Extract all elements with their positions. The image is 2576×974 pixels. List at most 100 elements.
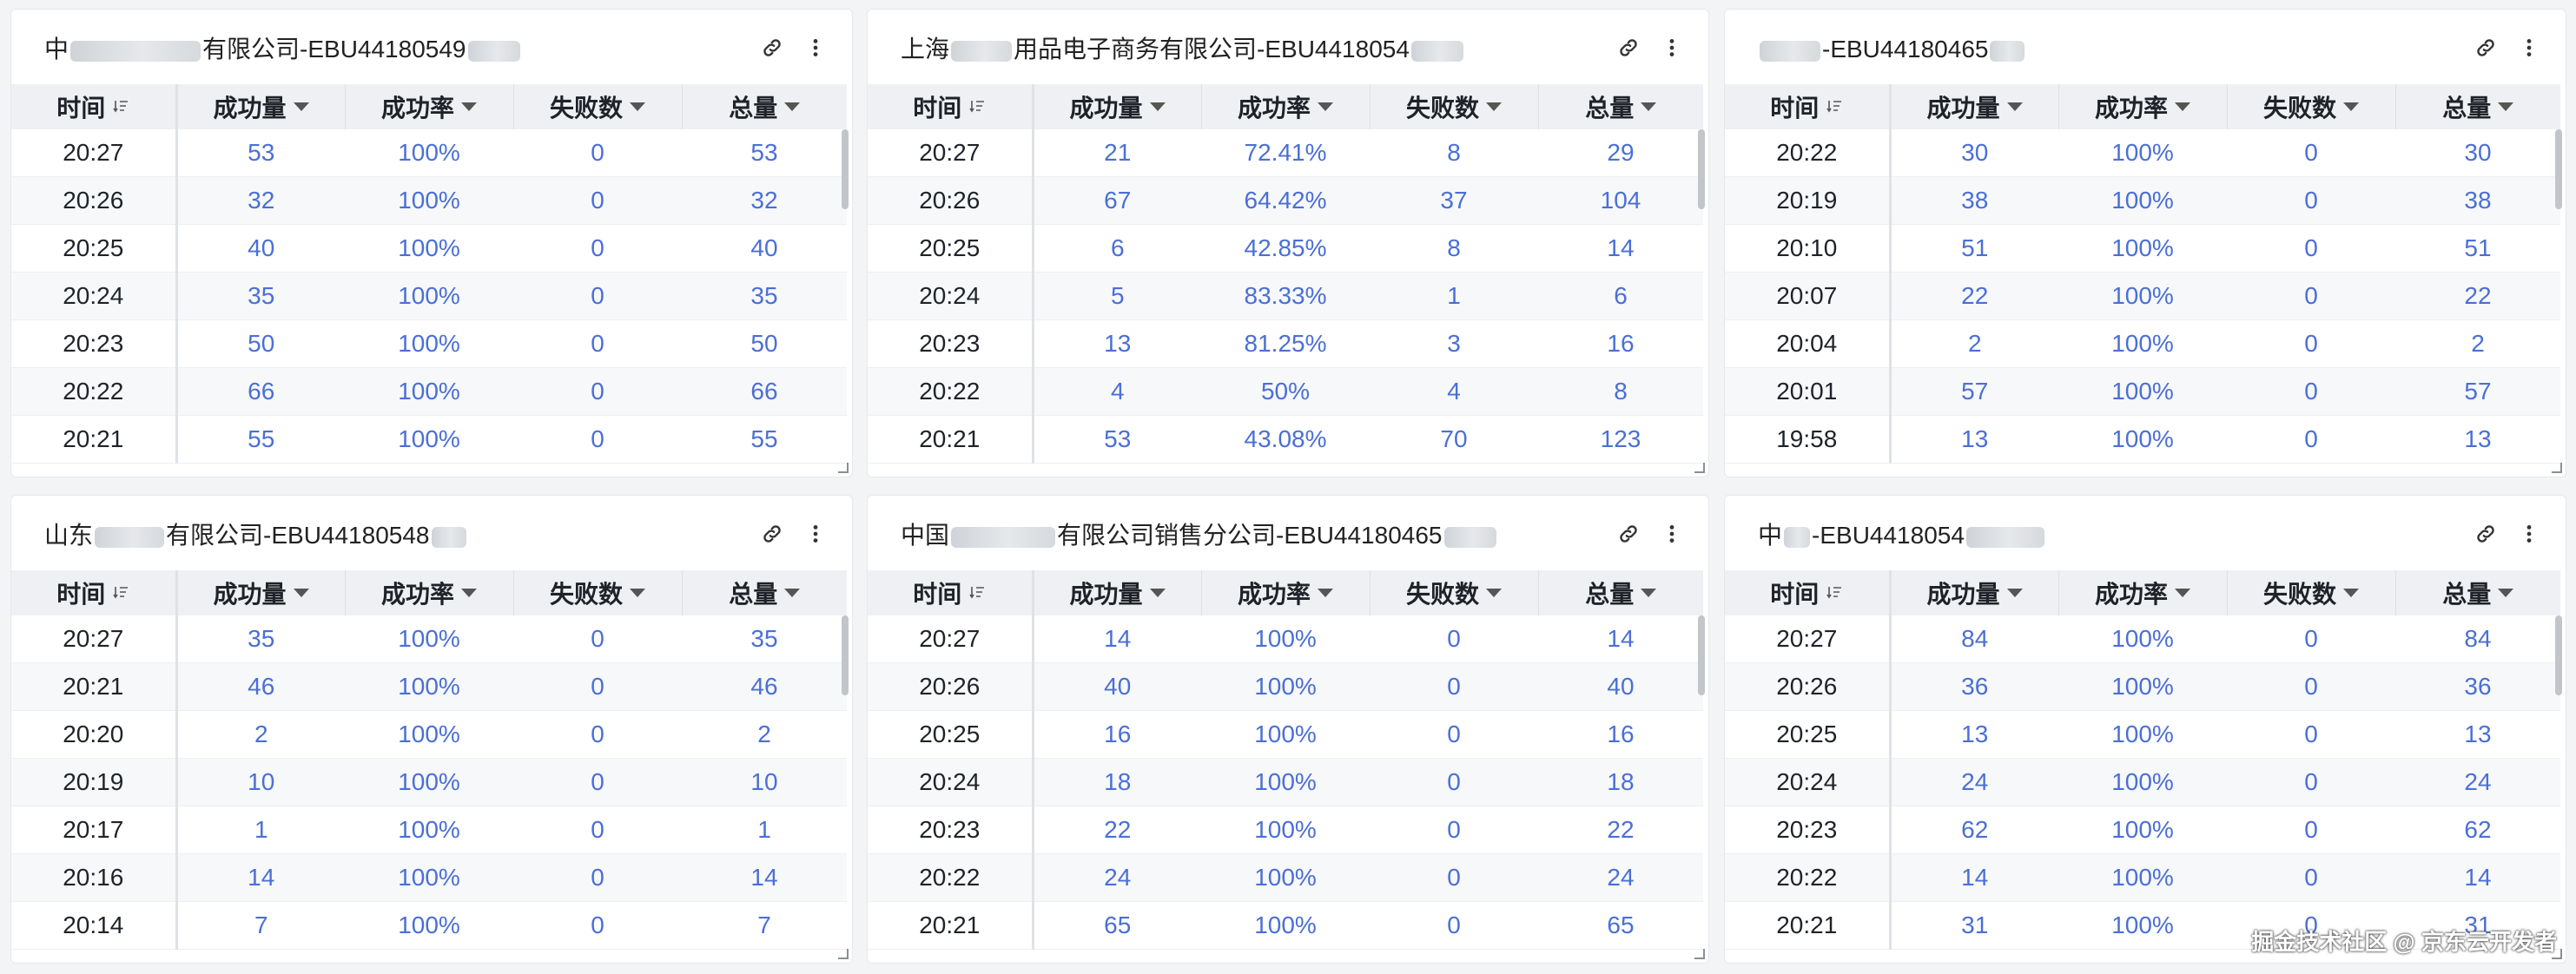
column-header[interactable]: 成功率 [345, 570, 514, 615]
panel-title: 中 -EBU4418054 [1758, 520, 2046, 551]
column-header-content: 失败数 [550, 576, 645, 610]
more-options-icon[interactable] [1660, 36, 1684, 60]
column-header[interactable]: 时间 [868, 570, 1034, 615]
column-header[interactable]: 时间 [1725, 84, 1892, 129]
dropdown-caret-icon[interactable] [2175, 102, 2190, 111]
column-header[interactable]: 成功量 [176, 84, 346, 129]
sort-icon[interactable] [1826, 93, 1843, 121]
more-options-icon[interactable] [803, 522, 828, 546]
sort-icon[interactable] [968, 579, 986, 607]
dropdown-caret-icon[interactable] [461, 102, 477, 111]
column-header[interactable]: 成功量 [1890, 84, 2059, 129]
dropdown-caret-icon[interactable] [784, 102, 801, 111]
table-cell: 100% [2058, 129, 2227, 177]
column-header[interactable]: 时间 [11, 84, 178, 129]
time-cell: 20:27 [868, 615, 1034, 663]
resize-handle-icon[interactable] [1694, 463, 1705, 473]
link-icon[interactable] [760, 522, 784, 546]
vertical-scrollbar[interactable] [842, 615, 849, 695]
dropdown-caret-icon[interactable] [2175, 589, 2190, 597]
column-header[interactable]: 总量 [2395, 84, 2560, 129]
vertical-scrollbar[interactable] [842, 129, 849, 209]
time-cell: 20:21 [868, 901, 1034, 950]
link-icon[interactable] [1616, 36, 1641, 60]
link-icon[interactable] [1616, 522, 1641, 546]
dropdown-caret-icon[interactable] [1486, 589, 1502, 597]
column-header[interactable]: 总量 [1538, 570, 1703, 615]
column-header[interactable]: 时间 [11, 570, 178, 615]
sort-icon[interactable] [112, 579, 129, 607]
column-header[interactable]: 成功量 [1033, 570, 1202, 615]
dropdown-caret-icon[interactable] [1149, 589, 1166, 597]
column-header[interactable]: 成功率 [2058, 570, 2228, 615]
resize-handle-icon[interactable] [1694, 949, 1705, 959]
dropdown-caret-icon[interactable] [461, 589, 477, 597]
dropdown-caret-icon[interactable] [1318, 589, 1333, 597]
column-header[interactable]: 总量 [682, 570, 847, 615]
column-header[interactable]: 成功量 [1033, 84, 1202, 129]
dropdown-caret-icon[interactable] [1641, 589, 1657, 597]
column-header[interactable]: 总量 [2395, 570, 2560, 615]
column-header[interactable]: 总量 [1538, 84, 1703, 129]
link-icon[interactable] [2474, 36, 2498, 60]
vertical-scrollbar[interactable] [1698, 129, 1705, 209]
table-cell: 36 [2395, 662, 2560, 711]
column-header[interactable]: 失败数 [513, 84, 683, 129]
dropdown-caret-icon[interactable] [1486, 102, 1502, 111]
more-options-icon[interactable] [803, 36, 828, 60]
dropdown-caret-icon[interactable] [1149, 102, 1166, 111]
sort-icon[interactable] [112, 93, 129, 121]
column-header[interactable]: 总量 [682, 84, 847, 129]
dropdown-caret-icon[interactable] [784, 589, 801, 597]
resize-handle-icon[interactable] [838, 949, 849, 959]
table-cell: 100% [2058, 901, 2227, 950]
column-header[interactable]: 成功率 [345, 84, 514, 129]
table-cell: 84 [2395, 615, 2560, 663]
column-header[interactable]: 成功率 [1201, 84, 1371, 129]
column-header[interactable]: 失败数 [513, 570, 683, 615]
column-header[interactable]: 成功率 [1201, 570, 1371, 615]
dropdown-caret-icon[interactable] [1318, 102, 1333, 111]
dropdown-caret-icon[interactable] [2343, 102, 2359, 111]
more-options-icon[interactable] [1660, 522, 1684, 546]
more-options-icon[interactable] [2517, 522, 2541, 546]
column-header[interactable]: 失败数 [1370, 570, 1539, 615]
vertical-scrollbar[interactable] [2555, 615, 2562, 695]
column-header-content: 失败数 [550, 89, 645, 124]
link-icon[interactable] [760, 36, 784, 60]
dropdown-caret-icon[interactable] [2498, 102, 2514, 111]
column-header[interactable]: 成功率 [2058, 84, 2228, 129]
sort-icon[interactable] [1826, 579, 1843, 607]
dropdown-caret-icon[interactable] [630, 589, 645, 597]
column-header[interactable]: 时间 [868, 84, 1034, 129]
column-header[interactable]: 失败数 [2227, 84, 2396, 129]
column-header-content: 成功量 [213, 576, 309, 610]
link-icon[interactable] [2474, 522, 2498, 546]
dropdown-caret-icon[interactable] [2343, 589, 2359, 597]
vertical-scrollbar[interactable] [2555, 129, 2562, 209]
table-cell: 100% [1201, 758, 1370, 806]
sort-icon[interactable] [968, 93, 986, 121]
resize-handle-icon[interactable] [2552, 463, 2562, 473]
time-cell: 20:01 [1725, 367, 1892, 416]
time-cell: 20:27 [868, 129, 1034, 177]
dropdown-caret-icon[interactable] [2006, 589, 2023, 597]
column-header[interactable]: 失败数 [2227, 570, 2396, 615]
dropdown-caret-icon[interactable] [2006, 102, 2023, 111]
column-header[interactable]: 成功量 [176, 570, 346, 615]
dropdown-caret-icon[interactable] [630, 102, 645, 111]
panel-title: 中国 有限公司销售分公司-EBU44180465 [901, 520, 1498, 551]
column-header[interactable]: 成功量 [1890, 570, 2059, 615]
table-cell: 57 [1890, 367, 2058, 416]
column-header[interactable]: 时间 [1725, 570, 1892, 615]
column-header[interactable]: 失败数 [1370, 84, 1539, 129]
dropdown-caret-icon[interactable] [293, 102, 309, 111]
vertical-scrollbar[interactable] [1698, 615, 1705, 695]
dropdown-caret-icon[interactable] [293, 589, 309, 597]
column-header-label: 失败数 [1405, 581, 1479, 608]
table-cell: 100% [2058, 615, 2227, 663]
dropdown-caret-icon[interactable] [2498, 589, 2514, 597]
more-options-icon[interactable] [2517, 36, 2541, 60]
dropdown-caret-icon[interactable] [1641, 102, 1657, 111]
resize-handle-icon[interactable] [838, 463, 849, 473]
